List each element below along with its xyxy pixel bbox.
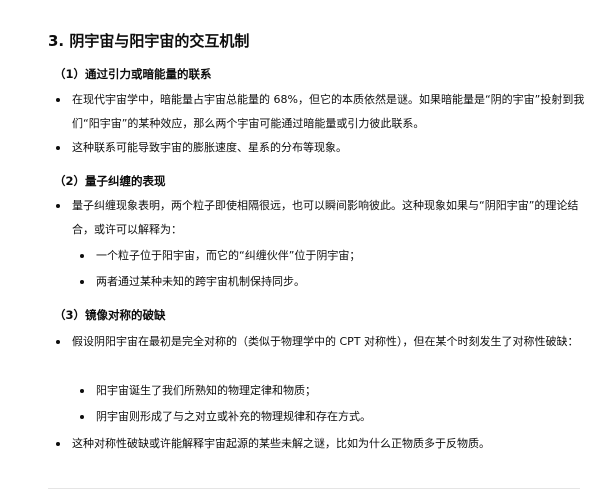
subsection-heading-mirror-symmetry: （3）镜像对称的破缺 xyxy=(54,308,166,322)
bullet-dot xyxy=(56,442,60,446)
list-item-text: 一个粒子位于阳宇宙，而它的“纠缠伙伴”位于阴宇宙； xyxy=(96,249,361,262)
bullet-dot xyxy=(56,340,60,344)
nested-list-item: 两者通过某种未知的跨宇宙机制保持同步。 xyxy=(80,270,586,294)
list-item-text: 两者通过某种未知的跨宇宙机制保持同步。 xyxy=(96,275,305,288)
bullet-dot xyxy=(56,146,60,150)
list-item-text: 这种对称性破缺或许能解释宇宙起源的某些未解之谜，比如为什么正物质多于反物质。 xyxy=(72,437,490,450)
bullet-dot xyxy=(80,254,84,258)
list-item-text: 阳宇宙诞生了我们所熟知的物理定律和物质； xyxy=(96,384,316,397)
bullet-dot xyxy=(80,389,84,393)
bottom-divider xyxy=(48,488,580,489)
bullet-dot xyxy=(56,98,60,102)
subsection-heading-gravity-dark-energy: （1）通过引力或暗能量的联系 xyxy=(54,67,212,81)
list-item-text: 量子纠缠现象表明，两个粒子即使相隔很远，也可以瞬间影响彼此。这种现象如果与“阴阳… xyxy=(72,199,579,236)
list-item-text: 假设阴阳宇宙在最初是完全对称的（类似于物理学中的 CPT 对称性），但在某个时刻… xyxy=(72,335,579,348)
list-item-text: 阴宇宙则形成了与之对立或补充的物理规律和存在方式。 xyxy=(96,410,371,423)
section-heading: 3. 阴宇宙与阳宇宙的交互机制 xyxy=(48,32,250,50)
list-item: 在现代宇宙学中，暗能量占宇宙总能量的 68%，但它的本质依然是谜。如果暗能量是“… xyxy=(56,88,586,136)
list-item: 这种联系可能导致宇宙的膨胀速度、星系的分布等现象。 xyxy=(56,136,586,160)
list-item-text: 在现代宇宙学中，暗能量占宇宙总能量的 68%，但它的本质依然是谜。如果暗能量是“… xyxy=(72,93,585,130)
nested-list-item: 阴宇宙则形成了与之对立或补充的物理规律和存在方式。 xyxy=(80,405,586,429)
bullet-dot xyxy=(80,280,84,284)
list-item: 量子纠缠现象表明，两个粒子即使相隔很远，也可以瞬间影响彼此。这种现象如果与“阴阳… xyxy=(56,194,586,242)
list-item-text: 这种联系可能导致宇宙的膨胀速度、星系的分布等现象。 xyxy=(72,141,347,154)
subsection-heading-quantum-entanglement: （2）量子纠缠的表现 xyxy=(54,174,166,188)
bullet-dot xyxy=(80,415,84,419)
nested-list-item: 一个粒子位于阳宇宙，而它的“纠缠伙伴”位于阴宇宙； xyxy=(80,244,586,268)
bullet-dot xyxy=(56,204,60,208)
list-item: 假设阴阳宇宙在最初是完全对称的（类似于物理学中的 CPT 对称性），但在某个时刻… xyxy=(56,330,586,354)
nested-list-item: 阳宇宙诞生了我们所熟知的物理定律和物质； xyxy=(80,379,586,403)
list-item: 这种对称性破缺或许能解释宇宙起源的某些未解之谜，比如为什么正物质多于反物质。 xyxy=(56,432,586,456)
